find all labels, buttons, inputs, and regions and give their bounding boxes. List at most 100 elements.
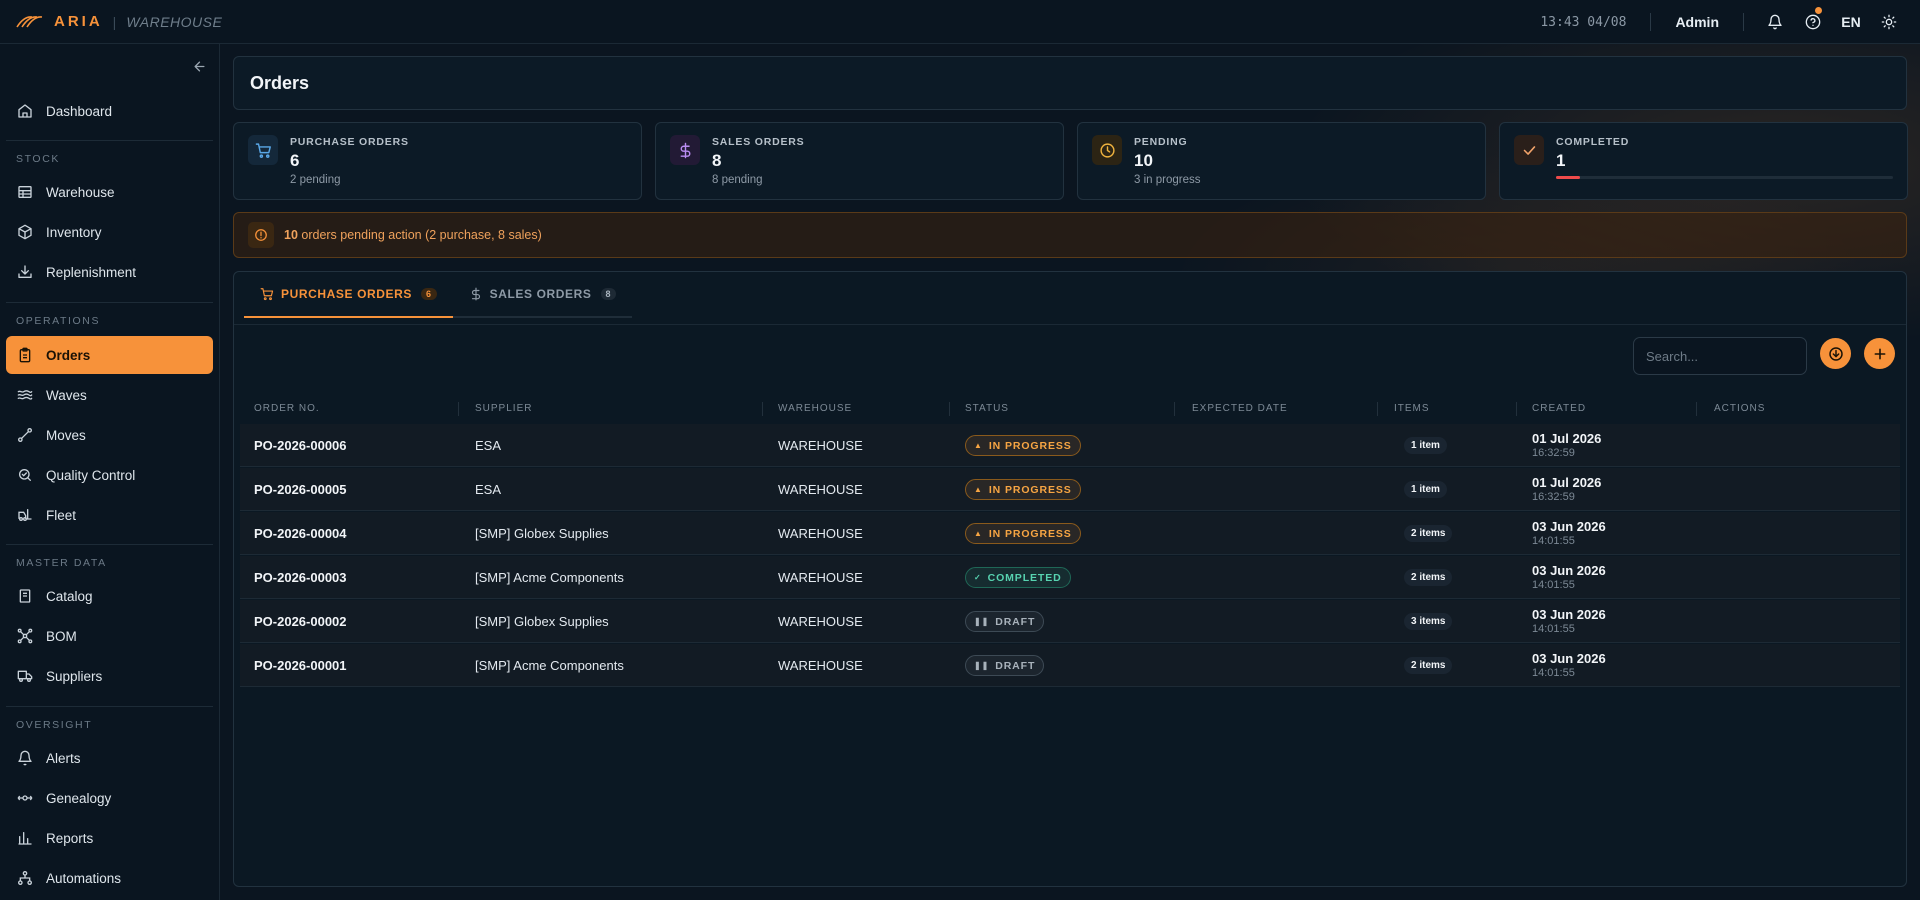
status-cell: ❚❚ DRAFT bbox=[965, 600, 1045, 643]
created-time: 14:01:55 bbox=[1532, 579, 1575, 591]
column-header-expected-date[interactable]: EXPECTED DATE bbox=[1192, 394, 1288, 424]
sidebar-item-reports[interactable]: Reports bbox=[6, 819, 213, 857]
sidebar-item-label: Fleet bbox=[46, 507, 77, 523]
column-header-status[interactable]: STATUS bbox=[965, 394, 1009, 424]
warehouse-icon bbox=[18, 186, 32, 198]
divider bbox=[1743, 13, 1744, 31]
workflow-icon bbox=[18, 871, 32, 885]
divider bbox=[234, 324, 1906, 325]
download-circle-icon bbox=[1828, 346, 1843, 361]
sidebar-item-label: Alerts bbox=[46, 750, 81, 766]
alert-text: 10 orders pending action (2 purchase, 8 … bbox=[284, 228, 542, 242]
order-number[interactable]: PO-2026-00001 bbox=[254, 644, 347, 687]
order-number[interactable]: PO-2026-00004 bbox=[254, 512, 347, 555]
section-label-master-data: MASTER DATA bbox=[16, 557, 107, 569]
tab-count-badge: 6 bbox=[421, 288, 437, 300]
items-count: 2 items bbox=[1404, 657, 1453, 674]
table-row[interactable]: PO-2026-00004 [SMP] Globex Supplies WARE… bbox=[240, 512, 1900, 555]
table-row[interactable]: PO-2026-00001 [SMP] Acme Components WARE… bbox=[240, 644, 1900, 687]
divider bbox=[1650, 13, 1652, 31]
stat-value: 1 bbox=[1556, 151, 1566, 170]
add-order-button[interactable] bbox=[1864, 338, 1895, 369]
sidebar-item-inventory[interactable]: Inventory bbox=[6, 213, 213, 251]
status-cell: ✓ COMPLETED bbox=[965, 556, 1071, 599]
notifications-button[interactable] bbox=[1756, 0, 1794, 44]
items-count: 3 items bbox=[1404, 613, 1453, 630]
sidebar-item-bom[interactable]: BOM bbox=[6, 617, 213, 655]
sidebar-item-waves[interactable]: Waves bbox=[6, 376, 213, 414]
triangle-icon: ▲ bbox=[974, 485, 983, 494]
order-number[interactable]: PO-2026-00005 bbox=[254, 468, 347, 511]
bell-icon bbox=[18, 750, 32, 766]
book-icon bbox=[19, 589, 31, 603]
sidebar-item-moves[interactable]: Moves bbox=[6, 416, 213, 454]
column-header-created[interactable]: CREATED bbox=[1532, 394, 1586, 424]
language-switcher[interactable]: EN bbox=[1832, 14, 1870, 30]
stat-icon-box bbox=[1092, 135, 1122, 165]
status-label: IN PROGRESS bbox=[988, 483, 1072, 496]
divider bbox=[6, 544, 213, 545]
page-title: Orders bbox=[250, 72, 310, 93]
tab-sales-orders[interactable]: SALES ORDERS 8 bbox=[452, 272, 633, 318]
column-header-supplier[interactable]: SUPPLIER bbox=[475, 394, 532, 424]
brand[interactable]: ARIA | WAREHOUSE bbox=[16, 13, 222, 30]
stat-card-completed[interactable]: COMPLETED 1 bbox=[1499, 122, 1908, 200]
search-input[interactable] bbox=[1633, 337, 1807, 375]
sidebar-item-replenishment[interactable]: Replenishment bbox=[6, 253, 213, 291]
sidebar-item-suppliers[interactable]: Suppliers bbox=[6, 657, 213, 695]
help-button[interactable] bbox=[1794, 0, 1832, 44]
status-label: DRAFT bbox=[995, 615, 1036, 628]
stat-card-sales-orders[interactable]: SALES ORDERS 8 8 pending bbox=[655, 122, 1064, 200]
order-number[interactable]: PO-2026-00002 bbox=[254, 600, 347, 643]
tab-purchase-orders[interactable]: PURCHASE ORDERS 6 bbox=[244, 272, 453, 318]
items-cell: 3 items bbox=[1404, 600, 1453, 643]
table-row[interactable]: PO-2026-00002 [SMP] Globex Supplies WARE… bbox=[240, 600, 1900, 643]
order-number[interactable]: PO-2026-00003 bbox=[254, 556, 347, 599]
sidebar-item-fleet[interactable]: Fleet bbox=[6, 496, 213, 534]
column-divider bbox=[1377, 402, 1378, 416]
sidebar-item-alerts[interactable]: Alerts bbox=[6, 739, 213, 777]
sidebar-item-quality-control[interactable]: Quality Control bbox=[6, 456, 213, 494]
section-label-stock: STOCK bbox=[16, 153, 60, 165]
table-row[interactable]: PO-2026-00006 ESA WAREHOUSE ▲ IN PROGRESS… bbox=[240, 424, 1900, 467]
stat-subtext: 2 pending bbox=[290, 174, 341, 186]
arrow-left-icon bbox=[194, 61, 204, 71]
column-header-items[interactable]: ITEMS bbox=[1394, 394, 1430, 424]
dollar-icon bbox=[471, 287, 480, 301]
table-row[interactable]: PO-2026-00005 ESA WAREHOUSE ▲ IN PROGRESS… bbox=[240, 468, 1900, 511]
stat-card-purchase-orders[interactable]: PURCHASE ORDERS 6 2 pending bbox=[233, 122, 642, 200]
status-label: DRAFT bbox=[995, 659, 1036, 672]
sidebar-item-warehouse[interactable]: Warehouse bbox=[6, 173, 213, 211]
collapse-sidebar-button[interactable] bbox=[189, 56, 209, 76]
created-date: 03 Jun 2026 bbox=[1532, 519, 1606, 534]
items-cell: 1 item bbox=[1404, 424, 1447, 467]
warehouse-name: WAREHOUSE bbox=[778, 526, 863, 541]
sidebar-item-label: Dashboard bbox=[46, 103, 113, 119]
sidebar-item-dashboard[interactable]: Dashboard bbox=[6, 92, 213, 130]
notification-dot bbox=[1815, 7, 1822, 14]
sidebar-item-automations[interactable]: Automations bbox=[6, 859, 213, 897]
order-number[interactable]: PO-2026-00006 bbox=[254, 424, 347, 467]
created-cell: 03 Jun 2026 14:01:55 bbox=[1532, 512, 1606, 555]
sidebar-item-label: Reports bbox=[46, 830, 94, 846]
column-header-order-no[interactable]: ORDER NO. bbox=[254, 394, 320, 424]
status-badge: ✓ COMPLETED bbox=[965, 567, 1071, 588]
theme-toggle[interactable] bbox=[1870, 0, 1908, 44]
user-menu[interactable]: Admin bbox=[1675, 14, 1719, 30]
stat-label: SALES ORDERS bbox=[712, 136, 805, 148]
clock-icon bbox=[1099, 142, 1115, 158]
stat-subtext: 3 in progress bbox=[1134, 174, 1201, 186]
box-icon bbox=[18, 224, 32, 240]
created-cell: 03 Jun 2026 14:01:55 bbox=[1532, 644, 1606, 687]
sidebar-item-orders[interactable]: Orders bbox=[6, 336, 213, 374]
table-row[interactable]: PO-2026-00003 [SMP] Acme Components WARE… bbox=[240, 556, 1900, 599]
stat-value: 8 bbox=[712, 151, 722, 170]
sidebar-item-catalog[interactable]: Catalog bbox=[6, 577, 213, 615]
column-header-warehouse[interactable]: WAREHOUSE bbox=[778, 394, 852, 424]
sidebar-item-genealogy[interactable]: Genealogy bbox=[6, 779, 213, 817]
tray-download-icon bbox=[18, 265, 32, 278]
sidebar-item-label: Automations bbox=[46, 870, 122, 886]
stat-card-pending[interactable]: PENDING 10 3 in progress bbox=[1077, 122, 1486, 200]
supplier-name: ESA bbox=[475, 438, 502, 453]
export-button[interactable] bbox=[1820, 338, 1851, 369]
